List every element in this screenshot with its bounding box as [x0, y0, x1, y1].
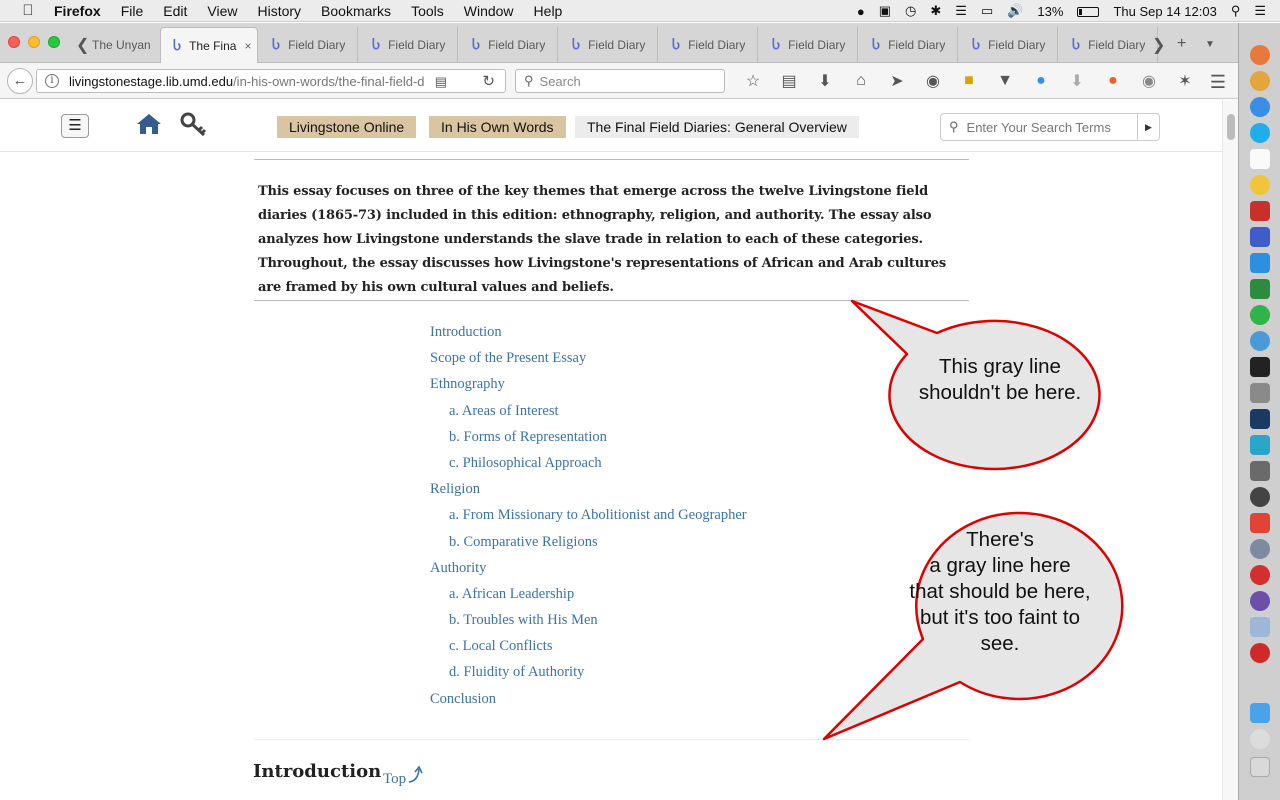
cyberduck-icon[interactable]	[1250, 175, 1270, 195]
sketch-icon[interactable]	[1250, 435, 1270, 455]
scrollbar-thumb[interactable]	[1227, 114, 1235, 140]
safari-icon[interactable]	[1250, 97, 1270, 117]
bubble-2-line: see.	[980, 632, 1020, 655]
firefox-icon[interactable]	[1250, 45, 1270, 65]
script-editor-icon[interactable]	[1250, 383, 1270, 403]
bubble-2-line: a gray line here	[929, 554, 1071, 577]
bubble-1-text: This gray line shouldn't be here.	[895, 354, 1105, 406]
spotlight-search-icon[interactable]: ⚲	[1231, 3, 1241, 19]
acrobat-icon[interactable]	[1250, 513, 1270, 533]
bubble-2-line: but it's too faint to	[919, 606, 1081, 629]
gimp-icon[interactable]	[1250, 461, 1270, 481]
document-icon[interactable]	[1250, 149, 1270, 169]
trash-icon[interactable]	[1250, 757, 1270, 777]
notification-center-icon[interactable]: ☰	[1254, 3, 1266, 19]
terminal-icon[interactable]	[1250, 357, 1270, 377]
word-icon[interactable]	[1250, 253, 1270, 273]
bubble-2-line: There's	[966, 528, 1034, 551]
page-scrollbar[interactable]	[1222, 100, 1238, 800]
disk-utility-icon[interactable]	[1250, 487, 1270, 507]
creative-cloud-dock-icon[interactable]	[1250, 643, 1270, 663]
chrome-icon[interactable]	[1250, 71, 1270, 91]
bubble-2-text: There's a gray line here that should be …	[895, 527, 1105, 657]
skype-icon[interactable]	[1250, 123, 1270, 143]
filezilla-icon[interactable]	[1250, 201, 1270, 221]
help-icon[interactable]	[1250, 729, 1270, 749]
preview-icon[interactable]	[1250, 617, 1270, 637]
bubble-1-line: shouldn't be here.	[918, 381, 1082, 404]
excel-icon[interactable]	[1250, 279, 1270, 299]
folder-icon[interactable]	[1250, 703, 1270, 723]
globe-icon[interactable]	[1250, 331, 1270, 351]
photoshop-icon[interactable]	[1250, 409, 1270, 429]
bubble-2-line: that should be here,	[909, 580, 1091, 603]
macos-dock	[1238, 23, 1280, 800]
bubble-1-line: This gray line	[939, 355, 1061, 378]
zotero-icon[interactable]	[1250, 565, 1270, 585]
github-icon[interactable]	[1250, 591, 1270, 611]
sync-icon[interactable]	[1250, 305, 1270, 325]
x11-icon[interactable]	[1250, 227, 1270, 247]
launchpad-icon[interactable]	[1250, 539, 1270, 559]
